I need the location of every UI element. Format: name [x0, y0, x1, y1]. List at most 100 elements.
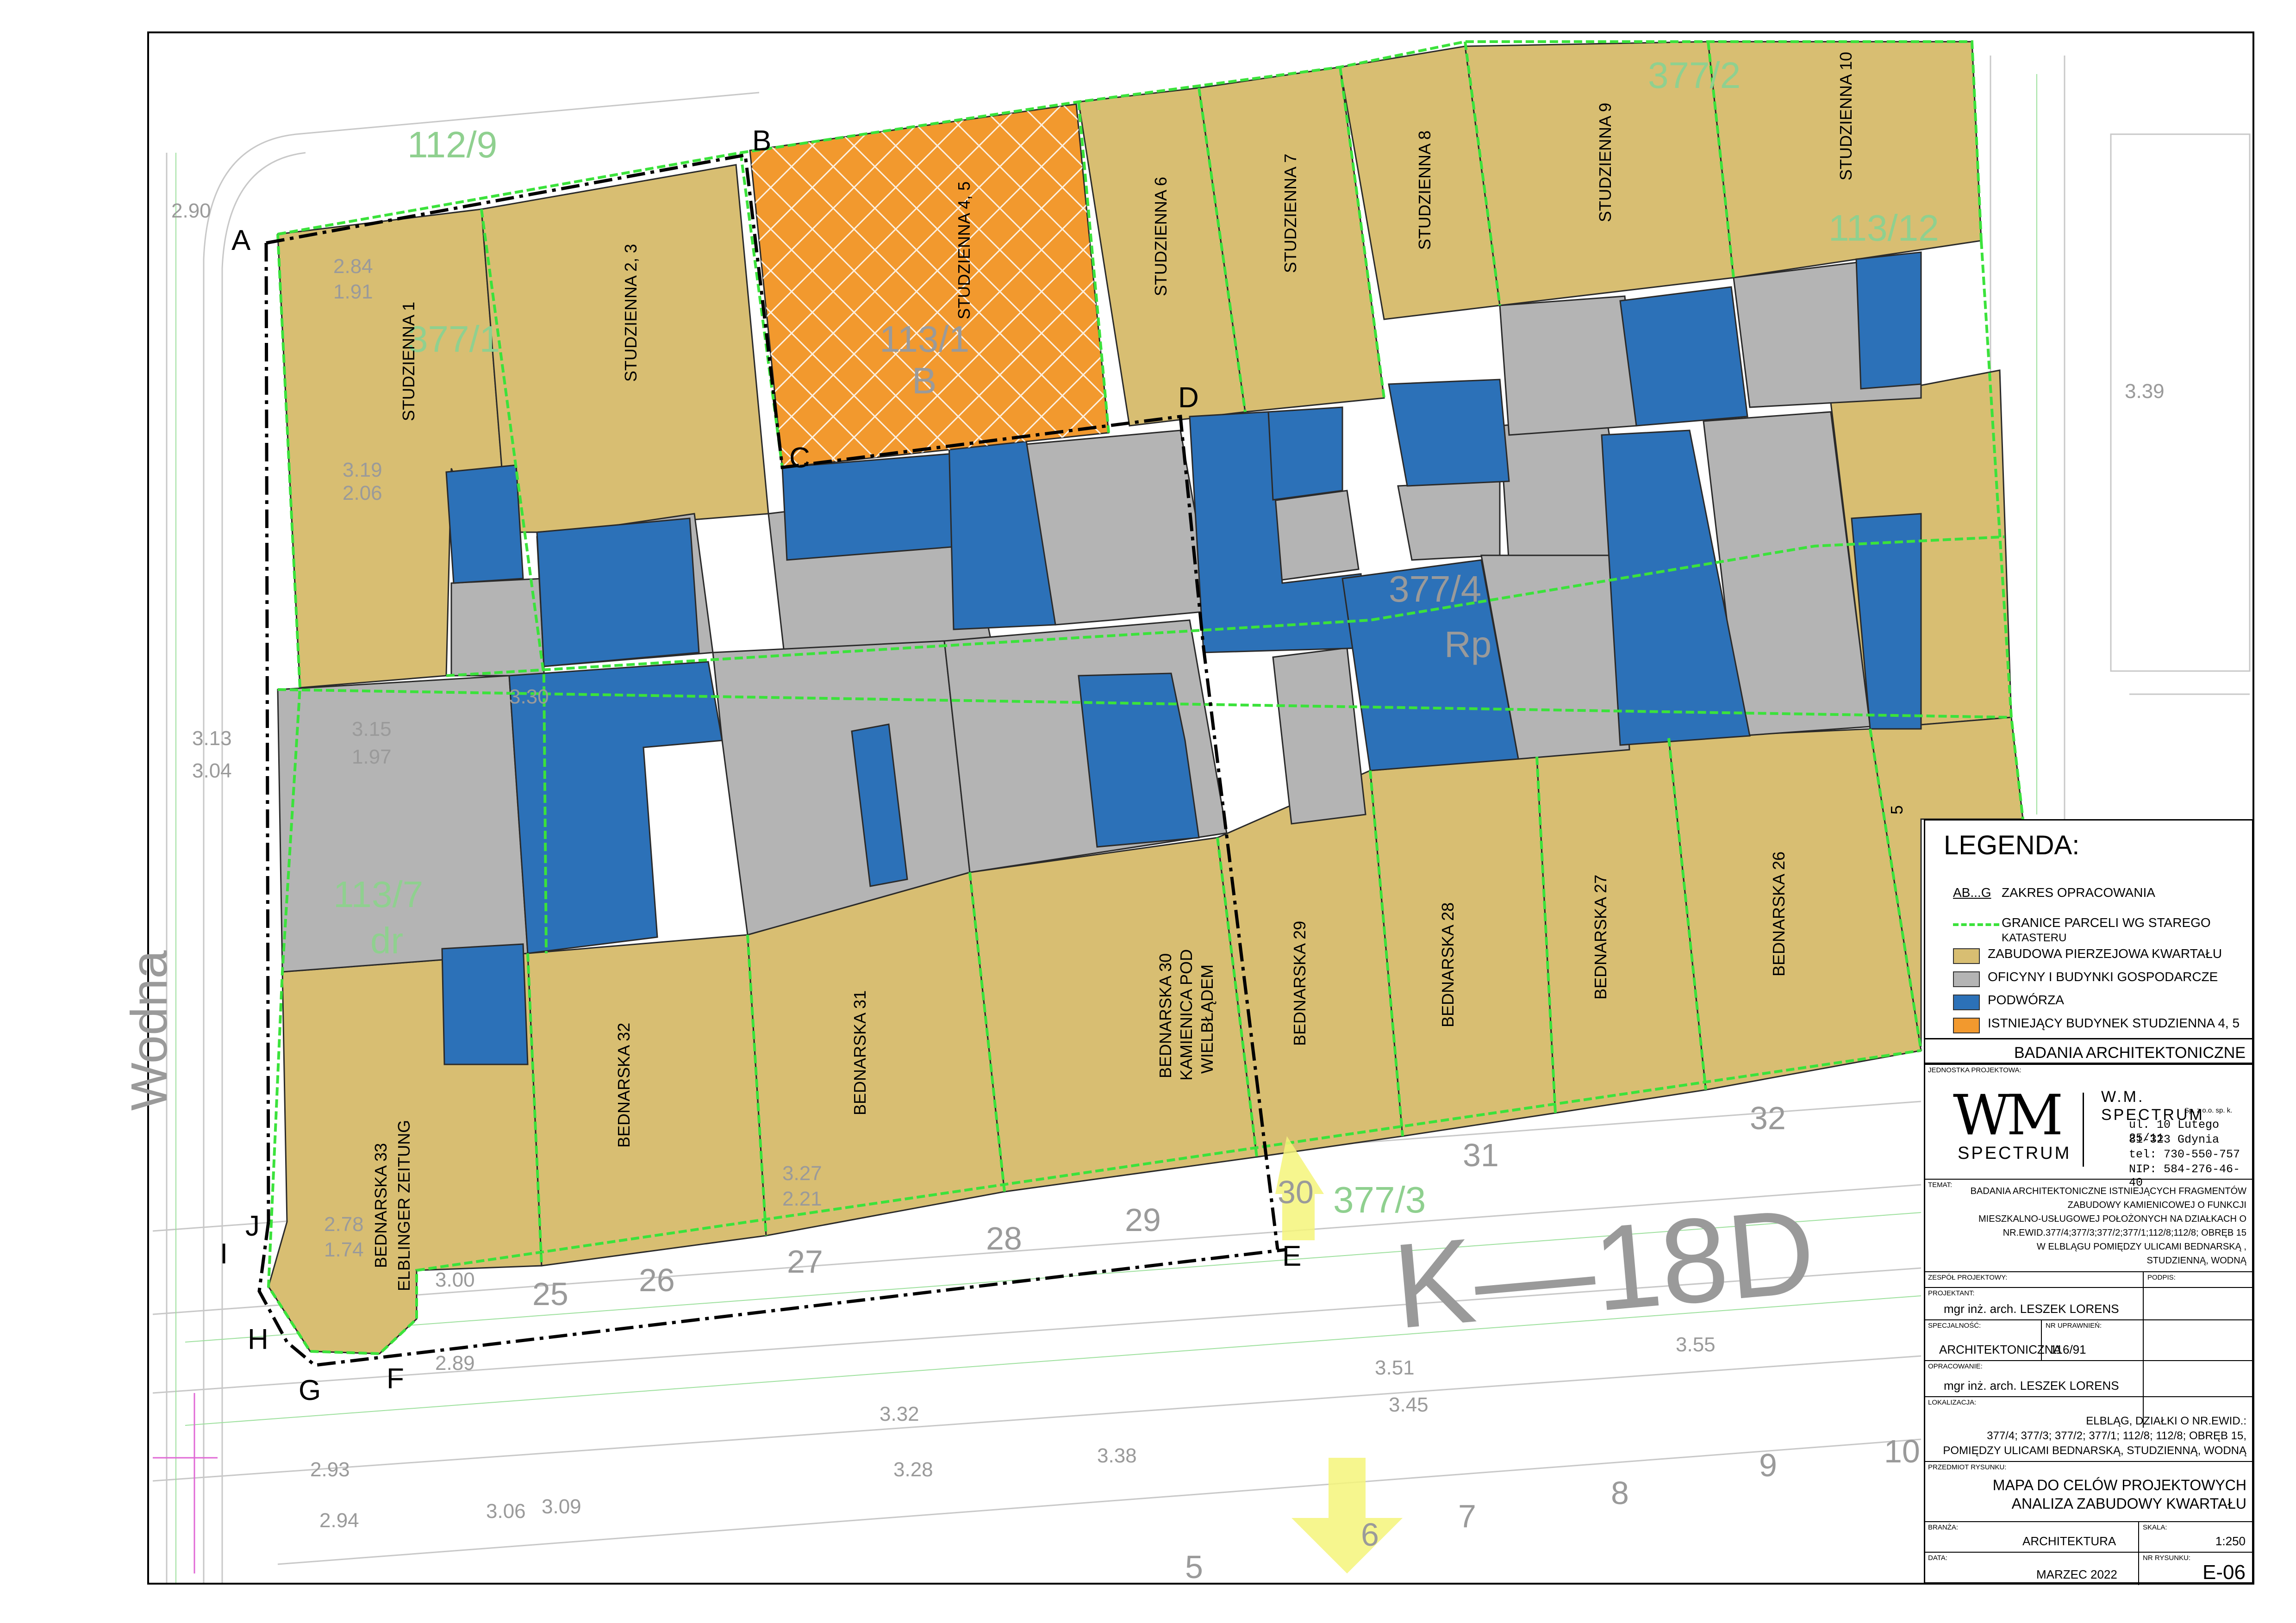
- subject-line-1: MAPA DO CELÓW PROJEKTOWYCH: [1992, 1477, 2246, 1493]
- svg-text:113/12: 113/12: [1828, 207, 1939, 249]
- svg-text:3.30: 3.30: [509, 685, 549, 708]
- point-a: A: [231, 224, 251, 256]
- svg-text:2.78: 2.78: [324, 1213, 364, 1236]
- point-e: E: [1282, 1240, 1301, 1272]
- svg-text:10: 10: [1884, 1433, 1920, 1469]
- title-block: LEGENDA: AB...G ZAKRES OPRACOWANIA GRANI…: [1924, 819, 2253, 1585]
- svg-text:3.00: 3.00: [435, 1269, 475, 1291]
- svg-text:30: 30: [1278, 1174, 1314, 1210]
- label-bednarska-25: 5: [1887, 805, 1906, 815]
- legend-frontage-label: ZABUDOWA PIERZEJOWA KWARTAŁU: [1988, 946, 2222, 961]
- label-bednarska-28: BEDNARSKA 28: [1438, 902, 1457, 1027]
- tb-location-text: ELBLĄG, DZIAŁKI O NR.EWID.: 377/4; 377/3…: [1943, 1414, 2246, 1458]
- svg-text:31: 31: [1463, 1137, 1499, 1173]
- topic-line-3: MIESZKALNO-USŁUGOWEJ POŁOŻONYCH NA DZIAŁ…: [1978, 1214, 2246, 1224]
- svg-text:112/9: 112/9: [407, 124, 497, 165]
- label-studzienna-10: STUDZIENNA 10: [1836, 52, 1855, 180]
- topic-line-6: STUDZIENNĄ, WODNĄ: [2146, 1256, 2246, 1266]
- point-b: B: [752, 125, 771, 157]
- svg-text:3.51: 3.51: [1375, 1356, 1415, 1379]
- legend: LEGENDA: AB...G ZAKRES OPRACOWANIA GRANI…: [1925, 821, 2252, 1038]
- label-bednarska-26: BEDNARSKA 26: [1769, 852, 1788, 976]
- topic-line-1: BADANIA ARCHITEKTONICZNE ISTNIEJĄCYCH FR…: [1970, 1186, 2246, 1196]
- svg-text:25: 25: [532, 1276, 568, 1312]
- tb-team-caption: ZESPÓŁ PROJEKTOWY:: [1928, 1274, 2008, 1281]
- tb-signature-caption: PODPIS:: [2147, 1274, 2176, 1281]
- tb-specialty-caption: SPECJALNOŚĆ:: [1928, 1322, 1981, 1330]
- legend-existing-label: ISTNIEJĄCY BUDYNEK STUDZIENNA 4, 5: [1988, 1016, 2240, 1030]
- tb-subject: PRZEDMIOT RYSUNKU: MAPA DO CELÓW PROJEKT…: [1925, 1461, 2252, 1521]
- svg-text:3.28: 3.28: [893, 1458, 933, 1481]
- label-studzienna-6: STUDZIENNA 6: [1151, 177, 1170, 296]
- svg-text:3.06: 3.06: [486, 1500, 526, 1523]
- svg-text:3.27: 3.27: [782, 1162, 822, 1185]
- tb-specialty: ARCHITEKTONICZNA: [1939, 1343, 2061, 1356]
- svg-text:2.21: 2.21: [782, 1188, 822, 1210]
- legend-parcel-border-label-2: KATASTERU: [2002, 932, 2067, 944]
- tb-header: BADANIA ARCHITEKTONICZNE: [1925, 1038, 2252, 1064]
- legend-parcel-border-swatch: [1953, 923, 1999, 926]
- tb-prepared: mgr inż. arch. LESZEK LORENS: [1944, 1379, 2119, 1393]
- location-line-3: POMIĘDZY ULICAMI BEDNARSKĄ, STUDZIENNĄ, …: [1943, 1444, 2246, 1457]
- svg-text:Rp: Rp: [1444, 624, 1491, 665]
- company-address-2: 81-323 Gdynia: [2129, 1133, 2220, 1146]
- tb-unit-caption: JEDNOSTKA PROJEKTOWA:: [1928, 1066, 2021, 1074]
- label-bednarska-33-subtitle: ELBLINGER ZEITUNG: [394, 1120, 413, 1291]
- svg-text:113/7: 113/7: [333, 874, 423, 915]
- svg-text:3.55: 3.55: [1676, 1333, 1716, 1356]
- existing-building-studzienna-4-5: [749, 103, 1110, 468]
- point-g: G: [299, 1374, 321, 1406]
- tb-header-text: BADANIA ARCHITEKTONICZNE: [2014, 1044, 2246, 1062]
- label-studzienna-1: STUDZIENNA 1: [399, 302, 418, 421]
- svg-text:377/3: 377/3: [1333, 1179, 1426, 1220]
- tb-prepared: OPRACOWANIE: mgr inż. arch. LESZEK LOREN…: [1925, 1360, 2252, 1396]
- tb-branch-caption: BRANŻA:: [1928, 1524, 1959, 1531]
- tb-date-caption: DATA:: [1928, 1554, 1947, 1562]
- label-bednarska-33: BEDNARSKA 33: [371, 1143, 390, 1268]
- topic-line-5: W ELBLĄGU POMIĘDZY ULICAMI BEDNARSKĄ ,: [2036, 1242, 2246, 1252]
- svg-text:27: 27: [787, 1244, 823, 1280]
- tb-designer: PROJEKTANT: mgr inż. arch. LESZEK LORENS: [1925, 1287, 2252, 1319]
- tb-unit: JEDNOSTKA PROJEKTOWA: WM SPECTRUM W.M. S…: [1925, 1064, 2252, 1189]
- point-c: C: [789, 442, 810, 474]
- legend-scope-symbol: AB...G: [1953, 885, 1991, 900]
- tb-designer-caption: PROJEKTANT:: [1928, 1289, 1975, 1297]
- point-j: J: [245, 1210, 260, 1242]
- legend-outbuildings-swatch: [1953, 971, 1980, 987]
- svg-text:3.09: 3.09: [542, 1495, 581, 1518]
- subject-line-2: ANALIZA ZABUDOWY KWARTAŁU: [2011, 1495, 2246, 1512]
- svg-text:3.15: 3.15: [352, 718, 392, 740]
- company-suffix: Sp. z o.o. sp. k.: [2184, 1107, 2233, 1114]
- label-studzienna-9: STUDZIENNA 9: [1596, 103, 1615, 222]
- svg-text:2.93: 2.93: [310, 1458, 350, 1481]
- svg-text:29: 29: [1125, 1202, 1161, 1238]
- svg-text:5: 5: [1185, 1549, 1203, 1585]
- company-logo: WM SPECTRUM: [1953, 1088, 2069, 1167]
- tb-team: ZESPÓŁ PROJEKTOWY: PODPIS:: [1925, 1271, 2252, 1428]
- point-f: F: [387, 1363, 404, 1395]
- svg-text:3.04: 3.04: [192, 759, 232, 782]
- svg-text:2.06: 2.06: [343, 482, 382, 504]
- svg-text:3.38: 3.38: [1097, 1444, 1137, 1467]
- label-studzienna-7: STUDZIENNA 7: [1281, 154, 1300, 273]
- svg-text:1.97: 1.97: [352, 746, 392, 768]
- svg-text:3.39: 3.39: [2125, 380, 2165, 403]
- tb-date: DATA: NR RYSUNKU: MARZEC 2022 E-06: [1925, 1552, 2252, 1585]
- legend-existing-swatch: [1953, 1018, 1980, 1033]
- svg-text:26: 26: [639, 1262, 675, 1298]
- tb-specialty: SPECJALNOŚĆ: NR UPRAWNIEŃ: ARCHITEKTONIC…: [1925, 1319, 2252, 1361]
- svg-text:2.84: 2.84: [333, 255, 373, 278]
- tb-date: MARZEC 2022: [2036, 1567, 2117, 1581]
- svg-text:2.89: 2.89: [435, 1352, 475, 1374]
- label-bednarska-30: BEDNARSKA 30: [1156, 953, 1175, 1078]
- svg-text:1.91: 1.91: [333, 280, 373, 303]
- tb-subject-text: MAPA DO CELÓW PROJEKTOWYCH ANALIZA ZABUD…: [1993, 1476, 2246, 1513]
- svg-text:377/1: 377/1: [407, 318, 500, 360]
- svg-text:3.32: 3.32: [880, 1403, 919, 1425]
- parcel-bednarska-28: [1369, 756, 1556, 1137]
- svg-text:1.74: 1.74: [324, 1238, 364, 1261]
- tb-scale-caption: SKALA:: [2143, 1524, 2167, 1531]
- logo-divider: [2083, 1093, 2084, 1167]
- svg-text:377/2: 377/2: [1648, 55, 1741, 96]
- tb-topic: TEMAT: BADANIA ARCHITEKTONICZNE ISTNIEJĄ…: [1925, 1179, 2252, 1271]
